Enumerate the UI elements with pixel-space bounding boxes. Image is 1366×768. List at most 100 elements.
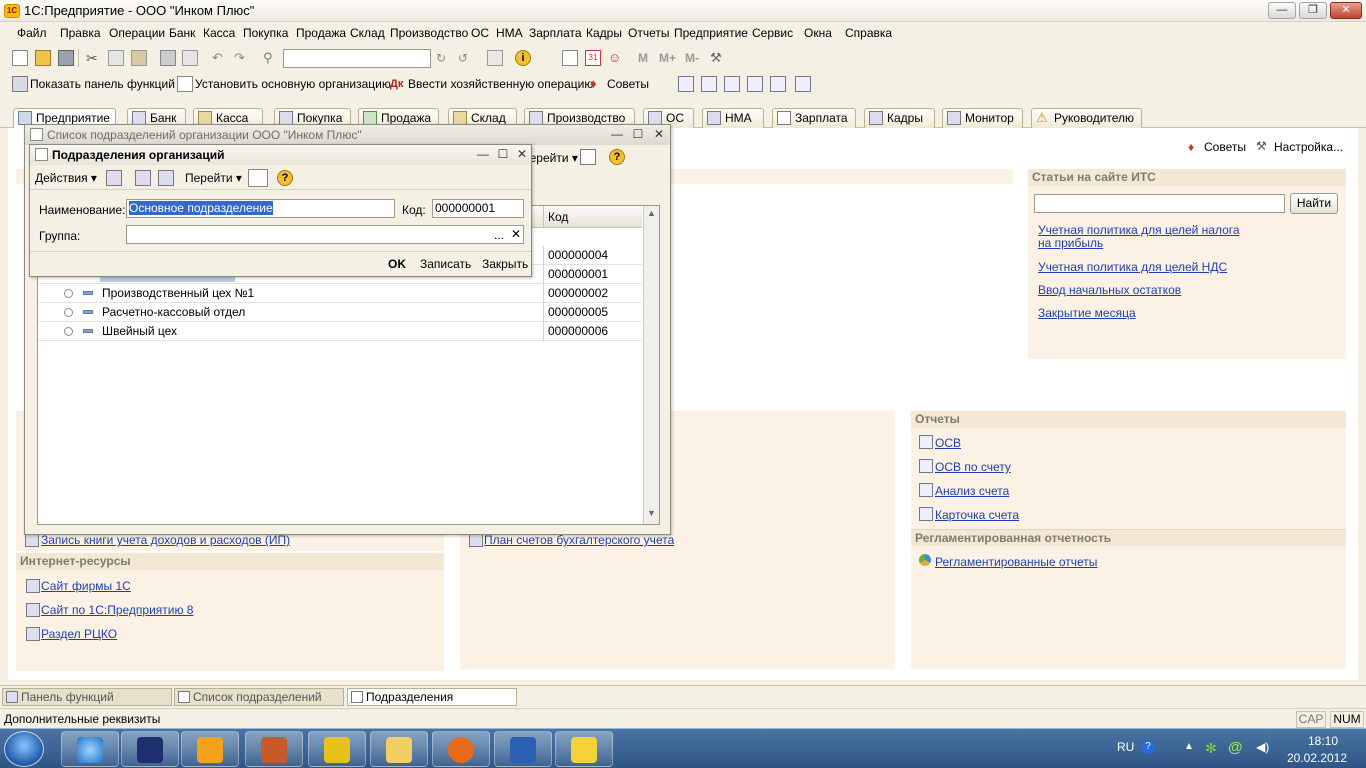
- group-field[interactable]: [126, 225, 524, 244]
- paste-icon[interactable]: [131, 50, 147, 66]
- menu-service[interactable]: Сервис: [752, 26, 793, 40]
- menu-hr[interactable]: Кадры: [586, 26, 622, 40]
- taskbar-1c[interactable]: [308, 731, 366, 767]
- form-maximize-button[interactable]: ☐: [496, 148, 510, 162]
- report-osv-link[interactable]: ОСВ: [935, 436, 961, 450]
- open-folder-icon[interactable]: [35, 50, 51, 66]
- wtab-function-panel[interactable]: Панель функций: [2, 688, 172, 706]
- form-help-icon[interactable]: ?: [277, 170, 293, 186]
- find-prev-icon[interactable]: ↺: [458, 50, 474, 66]
- volume-icon[interactable]: ◀): [1256, 740, 1269, 754]
- tools-icon[interactable]: ⚒: [710, 50, 726, 66]
- menu-windows[interactable]: Окна: [804, 26, 832, 40]
- chart-icon[interactable]: [770, 76, 786, 92]
- menu-enterprise[interactable]: Предприятие: [674, 26, 748, 40]
- menu-os[interactable]: ОС: [471, 26, 489, 40]
- structure-icon[interactable]: [701, 76, 717, 92]
- menu-bank[interactable]: Банк: [169, 26, 195, 40]
- list-icon[interactable]: [678, 76, 694, 92]
- taskbar-media[interactable]: [181, 731, 239, 767]
- name-field[interactable]: Основное подразделение: [126, 199, 395, 218]
- tab-director[interactable]: ⚠ Руководителю: [1031, 108, 1142, 128]
- taskbar-explorer[interactable]: [370, 731, 428, 767]
- preview-icon[interactable]: [182, 50, 198, 66]
- print-icon[interactable]: [160, 50, 176, 66]
- save-record-button[interactable]: Записать: [420, 257, 471, 271]
- calculator-icon[interactable]: [562, 50, 578, 66]
- table-row[interactable]: Производственный цех №1 000000002: [38, 284, 642, 303]
- form-settings-icon[interactable]: [248, 169, 268, 187]
- taskbar-app4[interactable]: [245, 731, 303, 767]
- employees-icon[interactable]: [724, 76, 740, 92]
- ok-button[interactable]: OK: [388, 257, 406, 271]
- menu-salary[interactable]: Зарплата: [529, 26, 582, 40]
- undo-icon[interactable]: ↶: [212, 50, 228, 66]
- export-icon[interactable]: [795, 76, 811, 92]
- show-hidden-icons-icon[interactable]: ▲: [1184, 741, 1194, 752]
- link-1c-enterprise-site[interactable]: Сайт по 1С:Предприятию 8: [41, 603, 193, 617]
- menu-nma[interactable]: НМА: [496, 26, 523, 40]
- group-select-button[interactable]: ...: [494, 228, 504, 242]
- mail-tray-icon[interactable]: @: [1228, 739, 1243, 756]
- menu-edit[interactable]: Правка: [60, 26, 101, 40]
- its-link-opening-balances[interactable]: Ввод начальных остатков: [1038, 283, 1181, 297]
- reg-reports-link[interactable]: Регламентированные отчеты: [935, 555, 1097, 569]
- reread-icon[interactable]: [135, 170, 151, 186]
- clock-time[interactable]: 18:10: [1290, 734, 1356, 748]
- list-close-button[interactable]: ✕: [652, 128, 666, 142]
- menu-cash[interactable]: Касса: [203, 26, 235, 40]
- clock-date[interactable]: 20.02.2012: [1282, 751, 1352, 765]
- minimize-button[interactable]: —: [1268, 2, 1296, 19]
- report-osv-account-link[interactable]: ОСВ по счету: [935, 460, 1011, 474]
- taskbar-word[interactable]: [494, 731, 552, 767]
- code-field[interactable]: 000000001: [432, 199, 524, 218]
- report-card-link[interactable]: Карточка счета: [935, 508, 1019, 522]
- its-link-tax-policy[interactable]: Учетная политика для целей налога: [1038, 223, 1240, 237]
- wtab-division-list[interactable]: Список подразделений орг...: [174, 688, 344, 720]
- memory-m-icon[interactable]: M: [638, 51, 648, 65]
- tab-monitor[interactable]: Монитор: [942, 108, 1023, 128]
- list-help-icon[interactable]: ?: [609, 149, 625, 165]
- link-1c-site[interactable]: Сайт фирмы 1С: [41, 579, 131, 593]
- menu-help[interactable]: Справка: [845, 26, 892, 40]
- group-clear-button[interactable]: ✕: [511, 227, 521, 241]
- find-icon[interactable]: ⚲: [263, 50, 279, 66]
- tab-salary[interactable]: Зарплата: [772, 108, 856, 128]
- set-main-org-button[interactable]: Установить основную организацию: [195, 77, 391, 91]
- chart-of-accounts-link[interactable]: План счетов бухгалтерского учета: [484, 533, 674, 547]
- show-panel-button[interactable]: Показать панель функций: [30, 77, 175, 91]
- copy-icon[interactable]: [108, 50, 124, 66]
- its-find-button[interactable]: Найти: [1290, 193, 1338, 214]
- its-link-vat-policy[interactable]: Учетная политика для целей НДС: [1038, 260, 1227, 274]
- settings-link[interactable]: ⚒ Настройка...: [1256, 139, 1343, 154]
- list-settings-icon[interactable]: [580, 149, 596, 165]
- tips-button[interactable]: Советы: [607, 77, 649, 91]
- taskbar-mail[interactable]: [432, 731, 490, 767]
- calendar-icon[interactable]: 31: [585, 50, 601, 66]
- table-scrollbar[interactable]: ▲ ▼: [643, 206, 659, 524]
- menu-operations[interactable]: Операции: [109, 26, 165, 40]
- memory-minus-icon[interactable]: M-: [685, 51, 699, 65]
- find-next-icon[interactable]: ↻: [436, 50, 452, 66]
- menu-purchase[interactable]: Покупка: [243, 26, 288, 40]
- restore-button[interactable]: ❐: [1299, 2, 1327, 19]
- search-combo[interactable]: [283, 49, 431, 68]
- copy-record-icon[interactable]: [158, 170, 174, 186]
- save-close-icon[interactable]: [106, 170, 122, 186]
- taskbar-save[interactable]: [121, 731, 179, 767]
- user-icon[interactable]: ☺: [608, 50, 624, 66]
- its-search-input[interactable]: [1034, 194, 1285, 213]
- memory-plus-icon[interactable]: M+: [659, 51, 676, 65]
- menu-warehouse[interactable]: Склад: [350, 26, 385, 40]
- link-rcko[interactable]: Раздел РЦКО: [41, 627, 117, 641]
- its-link-month-closing[interactable]: Закрытие месяца: [1038, 306, 1136, 320]
- scroll-down-icon[interactable]: ▼: [647, 508, 656, 518]
- cut-icon[interactable]: ✂: [86, 50, 102, 66]
- tips-link[interactable]: ♦ Советы: [1188, 140, 1246, 154]
- menu-file[interactable]: Файл: [17, 26, 47, 40]
- close-form-button[interactable]: Закрыть: [482, 257, 528, 271]
- tray-app-icon[interactable]: ✻: [1205, 740, 1217, 757]
- book-income-link[interactable]: Запись книги учета доходов и расходов (И…: [41, 533, 290, 547]
- tab-hr[interactable]: Кадры: [864, 108, 935, 128]
- language-indicator[interactable]: RU: [1117, 740, 1134, 754]
